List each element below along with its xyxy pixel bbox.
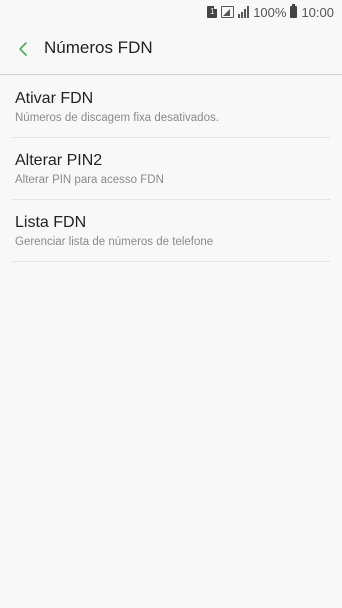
setting-item-title: Alterar PIN2 — [15, 152, 103, 169]
signal-icon — [238, 6, 250, 18]
setting-item-title: Lista FDN — [15, 214, 87, 231]
back-button[interactable] — [8, 32, 38, 66]
setting-item-subtitle: Números de discagem fixa desativados. — [15, 112, 219, 124]
setting-item-subtitle: Gerenciar lista de números de telefone — [15, 236, 214, 248]
battery-percent: 100% — [253, 4, 287, 20]
setting-item-lista-fdn[interactable]: Lista FDN Gerenciar lista de números de … — [0, 200, 342, 262]
divider — [12, 261, 330, 262]
setting-item-alterar-pin2[interactable]: Alterar PIN2 Alterar PIN para acesso FDN — [0, 138, 342, 200]
battery-icon — [290, 4, 298, 18]
setting-item-title: Ativar FDN — [15, 90, 94, 107]
setting-item-subtitle: Alterar PIN para acesso FDN — [15, 174, 164, 186]
setting-item-ativar-fdn[interactable]: Ativar FDN Números de discagem fixa desa… — [0, 76, 342, 138]
app-bar: Números FDN — [0, 24, 342, 75]
clock: 10:00 — [301, 4, 334, 20]
settings-list: Ativar FDN Números de discagem fixa desa… — [0, 76, 342, 262]
page-title: Números FDN — [44, 38, 153, 57]
sim-icon: 1 — [207, 6, 218, 18]
wifi-calling-icon — [221, 6, 235, 18]
status-icons: 1 100% 10:00 — [207, 3, 334, 21]
chevron-left-icon — [19, 42, 27, 56]
status-bar: 1 100% 10:00 — [0, 0, 342, 24]
